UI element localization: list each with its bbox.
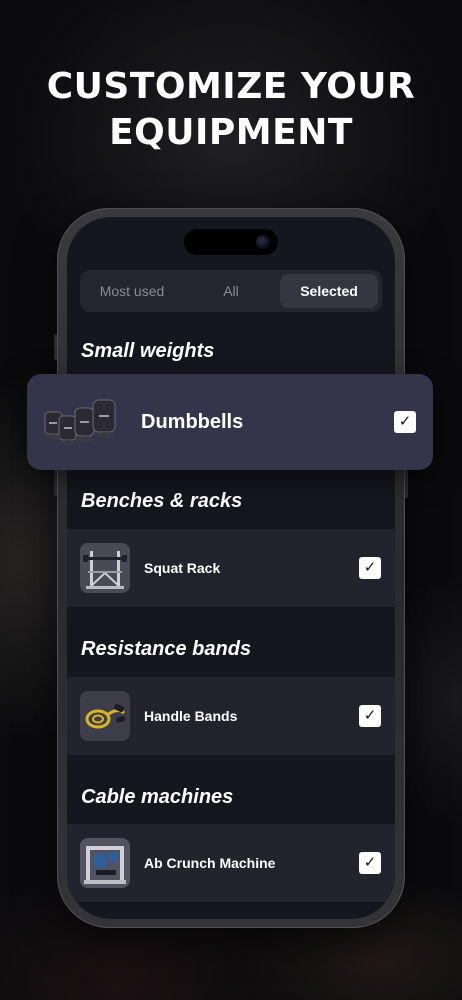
headline: CUSTOMIZE YOUR EQUIPMENT: [0, 64, 462, 156]
section-title-benches-racks: Benches & racks: [81, 490, 243, 512]
list-item-ab-crunch-machine[interactable]: Ab Crunch Machine ✓: [67, 824, 395, 902]
checkbox-handle-bands[interactable]: ✓: [359, 705, 381, 727]
tab-most-used[interactable]: Most used: [80, 274, 184, 308]
checkbox-ab-crunch-machine[interactable]: ✓: [359, 852, 381, 874]
list-item-label: Ab Crunch Machine: [144, 855, 276, 871]
dumbbells-icon: [43, 394, 123, 452]
list-item-label: Dumbbells: [141, 411, 244, 433]
headline-line-1: CUSTOMIZE YOUR: [46, 66, 416, 107]
tab-all[interactable]: All: [184, 274, 278, 308]
section-title-cable-machines: Cable machines: [81, 786, 234, 808]
checkbox-dumbbells[interactable]: ✓: [394, 411, 416, 433]
phone-screen: Most used All Selected Small weights Ben…: [67, 217, 395, 919]
list-item-handle-bands[interactable]: Handle Bands ✓: [67, 677, 395, 755]
camera-icon: [256, 235, 270, 249]
filter-tabs: Most used All Selected: [80, 270, 382, 312]
checkbox-squat-rack[interactable]: ✓: [359, 557, 381, 579]
list-item-label: Squat Rack: [144, 560, 221, 576]
list-item-dumbbells-highlighted[interactable]: Dumbbells ✓: [27, 374, 433, 470]
list-item-squat-rack[interactable]: Squat Rack ✓: [67, 529, 395, 607]
section-title-small-weights: Small weights: [81, 340, 215, 362]
dynamic-island: [184, 229, 278, 255]
headline-line-2: EQUIPMENT: [109, 112, 353, 153]
list-item-label: Handle Bands: [144, 708, 238, 724]
ab-crunch-machine-icon: [80, 838, 130, 888]
handle-bands-icon: [80, 691, 130, 741]
squat-rack-icon: [80, 543, 130, 593]
section-title-resistance-bands: Resistance bands: [81, 638, 252, 660]
tab-selected[interactable]: Selected: [280, 274, 378, 308]
